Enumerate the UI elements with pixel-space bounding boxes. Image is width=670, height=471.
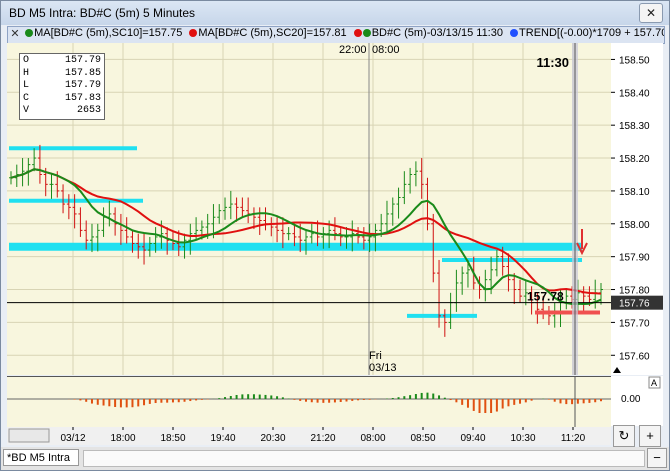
- price-tick-label: 158.20: [619, 154, 650, 165]
- time-axis[interactable]: 03/12 18:00 18:50 19:40 20:30 21:20 08:00 08:50…: [7, 427, 629, 445]
- chart-tab[interactable]: *BD M5 Intra: [3, 449, 79, 466]
- scale-up-icon: [613, 367, 621, 373]
- price-tick-label: 158.40: [619, 88, 650, 99]
- price-axis-svg: 158.50 158.40 158.30 158.20 158.10 158.00 157.…: [611, 55, 663, 373]
- window-title: BD M5 Intra: BD#C (5m) 5 Minutes: [9, 6, 196, 20]
- price-tick-label: 158.50: [619, 55, 650, 66]
- legend-ma10[interactable]: MA[BD#C (5m),SC10]=157.75: [25, 27, 182, 39]
- price-tick-label: 157.80: [619, 286, 650, 297]
- ohlc-open-value: 157.79: [64, 55, 101, 66]
- price-axis[interactable]: 158.50 158.40 158.30 158.20 158.10 158.00 157.…: [611, 43, 663, 375]
- ohlc-low-label: L: [23, 80, 30, 91]
- price-tick-label: 157.70: [619, 318, 650, 329]
- legend-close-icon[interactable]: ✕: [8, 27, 22, 40]
- ohlc-box: O 157.79 H 157.85 L 157.79 C 157.83 V 2653: [19, 53, 105, 120]
- oscillator-axis-svg: A 0.00: [621, 376, 661, 405]
- legend-trend[interactable]: TREND[(-0.00)*1709 + 157.70: [510, 27, 665, 39]
- time-tick-label: 19:40: [210, 433, 235, 444]
- time-tick-label: 09:40: [460, 433, 485, 444]
- session-day: Fri: [369, 350, 382, 362]
- price-tick-label: 157.60: [619, 351, 650, 362]
- time-tick-label: 08:50: [410, 433, 435, 444]
- ma10-color-icon: [25, 29, 34, 37]
- trend-color-icon: [510, 29, 519, 37]
- legend-price[interactable]: BD#C (5m)-03/13/15 11:30: [353, 27, 503, 39]
- indicator-legend: ✕ MA[BD#C (5m),SC10]=157.75 MA[BD#C (5m)…: [7, 26, 665, 44]
- price-down-color-icon: [353, 29, 362, 37]
- price-tick-label: 158.30: [619, 121, 650, 132]
- ohlc-close-label: C: [23, 92, 30, 104]
- time-tick-label: 10:30: [510, 433, 535, 444]
- time-tick-label: 21:20: [310, 433, 335, 444]
- time-tick-label: 20:30: [260, 433, 285, 444]
- refresh-icon[interactable]: ↻: [613, 425, 635, 447]
- oscillator-axis: A 0.00: [611, 376, 663, 426]
- time-axis-scroll-handle: [8, 428, 50, 443]
- cursor-time-label: 11:30: [536, 55, 569, 70]
- ohlc-volume-label: V: [23, 105, 30, 116]
- zoom-out-button[interactable]: −: [647, 448, 667, 468]
- session-prev-time: 22:00: [339, 44, 367, 56]
- price-tick-label: 158.10: [619, 187, 650, 198]
- cross-price-label: 157.78: [527, 290, 564, 304]
- time-tick-label: 03/12: [60, 433, 85, 444]
- zoom-in-button[interactable]: +: [639, 425, 661, 447]
- legend-price-label: BD#C (5m)-03/13/15 11:30: [371, 27, 503, 39]
- oscillator-svg: [7, 377, 611, 427]
- last-price-tag-label: 157.76: [619, 299, 650, 310]
- oscillator-zero-label: 0.00: [621, 394, 641, 405]
- legend-ma20[interactable]: MA[BD#C (5m),SC20]=157.81: [189, 27, 347, 39]
- ohlc-low-value: 157.79: [64, 80, 101, 91]
- legend-trend-label: TREND[(-0.00)*1709 + 157.70: [519, 27, 665, 39]
- ohlc-open-label: O: [23, 55, 30, 66]
- chart-window: BD M5 Intra: BD#C (5m) 5 Minutes ✕ ✕ MA[…: [0, 0, 670, 471]
- oscillator-plot[interactable]: [7, 376, 611, 427]
- time-tick-label: 11:20: [561, 433, 586, 444]
- price-tick-label: 157.90: [619, 253, 650, 264]
- time-tick-label: 18:00: [110, 433, 135, 444]
- time-axis-svg: 03/12 18:00 18:50 19:40 20:30 21:20 08:00 08:50…: [8, 427, 629, 444]
- ma20-color-icon: [189, 29, 198, 37]
- price-tick-label: 158.00: [619, 220, 650, 231]
- time-tick-label: 08:00: [360, 433, 385, 444]
- ohlc-high-label: H: [23, 67, 30, 79]
- ohlc-high-value: 157.85: [64, 67, 101, 79]
- oscillator-a-label: A: [651, 378, 657, 388]
- session-date: 03/13: [369, 362, 397, 374]
- bottom-bar: *BD M5 Intra −: [1, 447, 669, 470]
- title-bar: BD M5 Intra: BD#C (5m) 5 Minutes ✕: [1, 1, 669, 25]
- horizontal-scrollbar[interactable]: [83, 450, 645, 467]
- legend-ma10-label: MA[BD#C (5m),SC10]=157.75: [34, 27, 183, 39]
- time-tick-label: 18:50: [160, 433, 185, 444]
- close-icon[interactable]: ✕: [639, 3, 663, 23]
- ohlc-volume-value: 2653: [76, 105, 101, 116]
- session-open-time: 08:00: [372, 44, 400, 56]
- legend-ma20-label: MA[BD#C (5m),SC20]=157.81: [198, 27, 347, 39]
- price-up-color-icon: [362, 29, 371, 37]
- ohlc-close-value: 157.83: [64, 92, 101, 104]
